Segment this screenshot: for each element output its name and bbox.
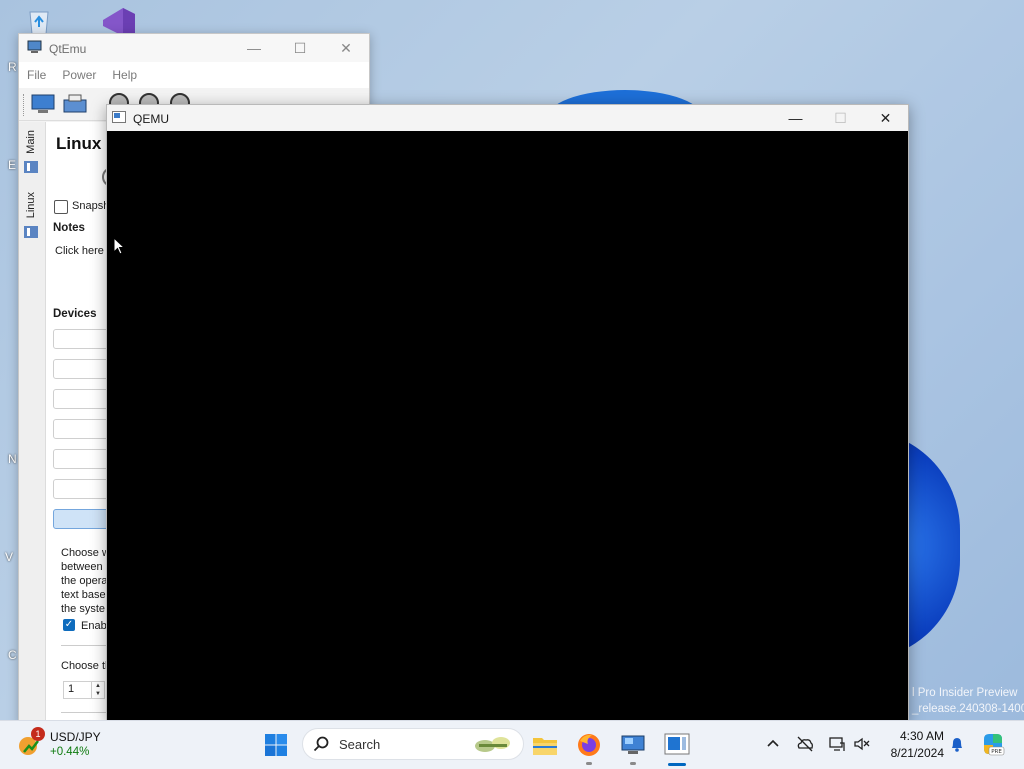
enable-label: Enabl [81,620,110,632]
machine-name: Linux [56,134,102,153]
choose-count-label: Choose th [61,660,112,672]
spinbox-value: 1 [68,683,75,695]
firefox-running-indicator [586,762,592,765]
enable-checkbox[interactable]: ✓ [63,619,75,631]
desktop-icon-label-e[interactable]: E [8,158,16,172]
qemu-minimize-button[interactable]: — [773,105,818,131]
menu-power[interactable]: Power [54,68,104,82]
taskbar-search[interactable]: Search [302,728,524,760]
qtemu-running-indicator [630,762,636,765]
new-machine-icon[interactable] [29,92,57,116]
count-spinbox[interactable]: 1 ▲ ▼ [63,681,105,699]
qtemu-taskbar-icon[interactable] [618,730,648,760]
notification-bell-icon[interactable] [948,735,966,753]
windows-start-icon[interactable] [264,733,288,757]
windows-watermark: l Pro Insider Preview _release.240308-14… [912,687,1024,715]
qtemu-title: QtEmu [49,42,87,56]
copilot-icon[interactable]: PRE [980,731,1006,757]
file-explorer-icon[interactable] [530,730,560,760]
qemu-app-icon [112,111,126,123]
linux-tab-icon [24,226,38,238]
desktop-icon-label-v[interactable]: V [5,550,13,564]
desktop-icon-label-n[interactable]: N [8,452,17,466]
qemu-taskbar-icon[interactable] [662,730,692,760]
maximize-button[interactable]: ☐ [277,34,323,62]
firefox-icon[interactable] [574,730,604,760]
notes-heading: Notes [53,222,85,234]
toolbar-grip[interactable] [23,94,26,116]
widget-change: +0.44% [50,746,90,758]
qtemu-menubar: File Power Help [19,62,369,88]
clock-date: 8/21/2024 [890,746,944,760]
search-placeholder: Search [339,737,381,752]
qemu-titlebar[interactable]: QEMU — ☐ ✕ [107,105,908,131]
taskbar: 1 USD/JPY +0.44% Search 4:30 AM 8/21/202… [0,720,1024,769]
main-tab-icon [24,161,38,173]
printer-icon[interactable] [61,92,89,116]
display-mode-description: Choose w between the opera text base the… [61,547,110,615]
clock-time: 4:30 AM [899,729,944,743]
qemu-maximize-button[interactable]: ☐ [818,105,863,131]
desktop-icon-label-r[interactable]: R [8,60,17,74]
menu-file[interactable]: File [19,68,54,82]
qemu-active-indicator [668,763,686,766]
qtemu-titlebar[interactable]: QtEmu — ☐ ✕ [19,34,369,62]
volume-muted-icon[interactable] [853,735,871,753]
search-highlight-icon [475,737,510,752]
svg-text:PRE: PRE [991,749,1002,755]
chevron-up-icon[interactable] [764,735,782,753]
notes-field[interactable]: Click here t [55,245,110,257]
spinbox-arrows[interactable]: ▲ ▼ [91,682,104,698]
snapshot-label: Snapsh [72,200,110,212]
recycle-bin-icon[interactable] [22,8,56,36]
widget-ticker[interactable]: USD/JPY [50,730,101,744]
vm-display[interactable] [107,131,908,721]
devices-heading: Devices [53,308,97,320]
onedrive-offline-icon[interactable] [796,735,814,753]
widget-notification-badge: 1 [31,727,45,741]
qemu-title: QEMU [133,112,169,126]
visual-studio-icon[interactable] [93,6,139,36]
qemu-window[interactable]: QEMU — ☐ ✕ [106,104,909,722]
network-icon[interactable] [828,735,846,753]
tab-linux[interactable]: Linux [25,192,37,218]
desktop-icon-label-c[interactable]: C [8,648,17,662]
qtemu-app-icon [27,40,42,53]
tab-main[interactable]: Main [25,130,37,154]
search-icon [313,736,329,752]
qemu-close-button[interactable]: ✕ [863,105,908,131]
snapshot-checkbox[interactable] [54,200,68,214]
close-button[interactable]: ✕ [323,34,369,62]
minimize-button[interactable]: — [231,34,277,62]
mouse-cursor-icon [113,237,125,255]
machine-tab-strip: Main Linux [19,122,46,722]
system-clock[interactable]: 4:30 AM 8/21/2024 [880,728,944,762]
menu-help[interactable]: Help [104,68,145,82]
